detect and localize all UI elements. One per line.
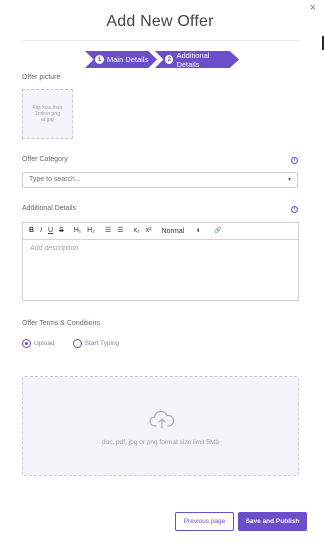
- offer-picture-label: Offer picture: [22, 74, 61, 81]
- save-and-publish-button[interactable]: Save and Publish: [238, 512, 307, 531]
- stepper: 1 Main Details 2 Additional Details: [85, 51, 239, 68]
- radio-label: Start Typing: [84, 340, 120, 347]
- bullet-list-icon[interactable]: ☰: [117, 226, 123, 236]
- step-number: 1: [95, 55, 104, 64]
- radio-unselected-icon[interactable]: [72, 339, 82, 348]
- strikethrough-button[interactable]: S: [59, 226, 64, 236]
- radio-selected-icon[interactable]: [22, 339, 31, 348]
- chevron-down-icon[interactable]: ▾: [288, 176, 291, 183]
- rich-text-editor[interactable]: B I U S H₁ H₂ ☰ ☰ x₂ x² Normal ⬍ 🔗 Add d…: [22, 222, 299, 301]
- additional-details-label: Additional Details: [22, 205, 77, 212]
- subscript-button[interactable]: x₂: [134, 226, 140, 236]
- radio-label: Upload: [34, 340, 55, 347]
- title-divider: [22, 40, 299, 41]
- step-main-details[interactable]: 1 Main Details: [85, 51, 157, 68]
- select-arrows-icon: ⬍: [196, 228, 201, 234]
- page-title: Add New Offer: [106, 13, 214, 30]
- offer-picture-hint: File less than 1mb in png or jpg: [32, 105, 63, 123]
- offer-picture-upload[interactable]: File less than 1mb in png or jpg: [22, 89, 73, 139]
- cloud-upload-icon: [149, 410, 175, 429]
- radio-upload[interactable]: Upload: [22, 339, 55, 348]
- radio-start-typing[interactable]: Start Typing: [72, 339, 120, 348]
- ordered-list-icon[interactable]: ☰: [105, 226, 111, 236]
- dropzone-hint: doc, pdf, jpg or png format size limit 5…: [101, 439, 220, 446]
- format-select[interactable]: Normal ⬍: [162, 228, 201, 235]
- step-number: 2: [165, 55, 174, 64]
- step-additional-details[interactable]: 2 Additional Details: [155, 51, 239, 68]
- format-select-value: Normal: [161, 227, 185, 235]
- terms-file-dropzone[interactable]: doc, pdf, jpg or png format size limit 5…: [22, 376, 299, 476]
- terms-label: Offer Terms & Conditions: [22, 320, 100, 327]
- heading-2-button[interactable]: H₂: [87, 226, 95, 236]
- heading-1-button[interactable]: H₁: [74, 226, 81, 236]
- info-icon[interactable]: i: [291, 157, 298, 164]
- bold-button[interactable]: B: [29, 226, 34, 236]
- editor-toolbar: B I U S H₁ H₂ ☰ ☰ x₂ x² Normal ⬍ 🔗: [23, 223, 298, 240]
- step-label: Main Details: [107, 55, 149, 64]
- link-icon[interactable]: 🔗: [214, 226, 221, 236]
- offer-category-label: Offer Category: [22, 156, 68, 163]
- offer-category-select[interactable]: ▾: [22, 172, 298, 188]
- underline-button[interactable]: U: [48, 226, 53, 236]
- previous-page-button[interactable]: Previous page: [175, 512, 234, 531]
- info-icon[interactable]: i: [291, 206, 298, 213]
- terms-mode-radio-group: Upload Start Typing: [22, 339, 137, 348]
- editor-placeholder[interactable]: Add description: [23, 240, 298, 257]
- offer-category-search-input[interactable]: [29, 176, 269, 183]
- step-label: Additional Details: [176, 50, 210, 69]
- superscript-button[interactable]: x²: [146, 226, 152, 236]
- italic-button[interactable]: I: [40, 226, 42, 236]
